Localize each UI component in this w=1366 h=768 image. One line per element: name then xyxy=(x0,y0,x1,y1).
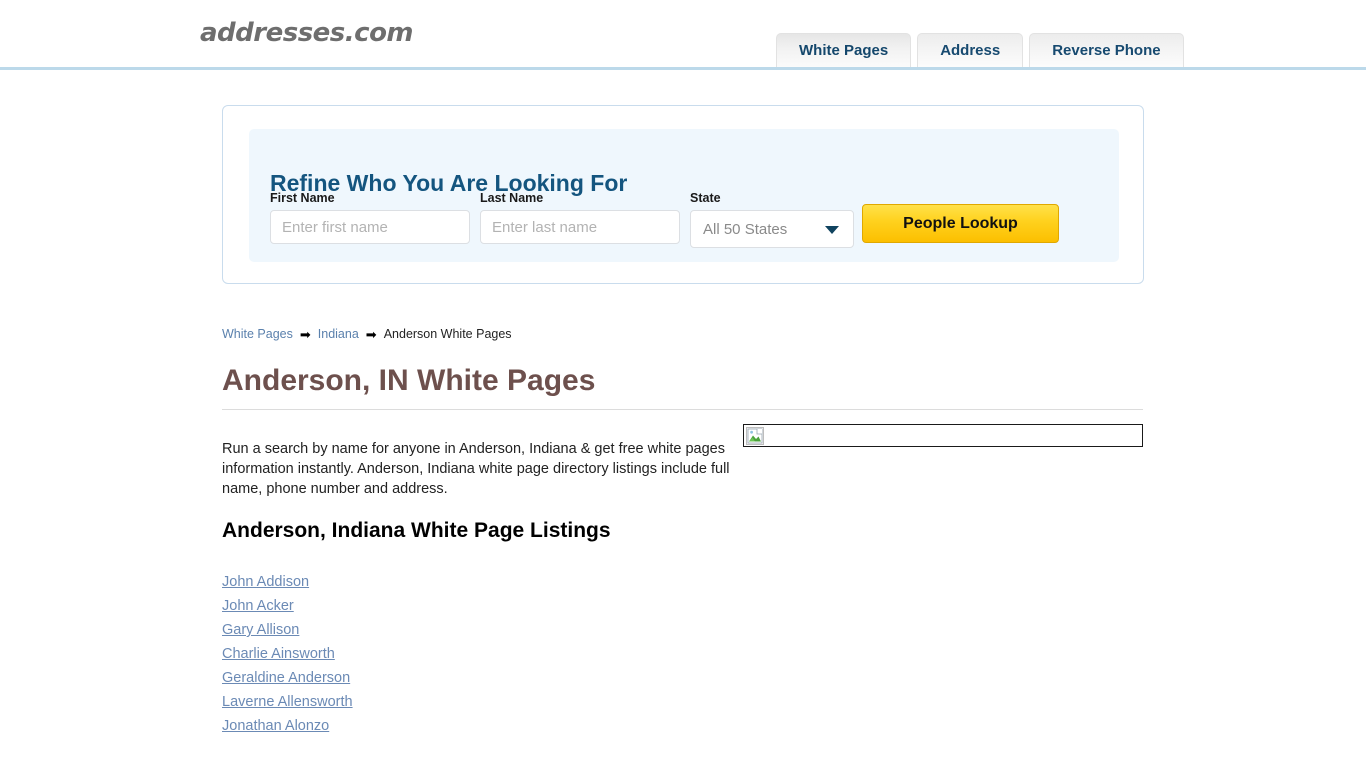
listing-link[interactable]: John Acker xyxy=(222,598,294,614)
people-lookup-button[interactable]: People Lookup xyxy=(862,204,1059,243)
refine-search-panel: Refine Who You Are Looking For First Nam… xyxy=(222,105,1144,284)
breadcrumb-current: Anderson White Pages xyxy=(383,327,512,341)
list-item: John Acker xyxy=(222,594,353,618)
listing-link[interactable]: John Addison xyxy=(222,574,309,590)
tab-address-label: Address xyxy=(940,42,1001,59)
chevron-down-icon xyxy=(825,226,839,234)
list-item: John Addison xyxy=(222,570,353,594)
last-name-field-group: Last Name xyxy=(480,191,680,244)
breadcrumb: White Pages ➡ Indiana ➡ Anderson White P… xyxy=(222,327,512,341)
broken-image-placeholder xyxy=(743,424,1143,447)
state-label: State xyxy=(690,191,721,205)
site-header: addresses.com White Pages Address Revers… xyxy=(0,0,1366,70)
last-name-label: Last Name xyxy=(480,191,544,205)
list-item: Gary Allison xyxy=(222,618,353,642)
breadcrumb-link-white-pages[interactable]: White Pages xyxy=(222,327,293,341)
list-item: Geraldine Anderson xyxy=(222,666,353,690)
state-field-group: State All 50 States xyxy=(690,191,854,248)
tab-reverse-phone[interactable]: Reverse Phone xyxy=(1029,33,1184,67)
refine-search-panel-inner: Refine Who You Are Looking For First Nam… xyxy=(249,129,1119,262)
listing-link[interactable]: Gary Allison xyxy=(222,622,299,638)
list-item: Charlie Ainsworth xyxy=(222,642,353,666)
arrow-right-icon: ➡ xyxy=(299,326,311,342)
site-logo[interactable]: addresses.com xyxy=(200,18,414,48)
tab-white-pages[interactable]: White Pages xyxy=(776,33,912,67)
title-divider xyxy=(222,409,1143,410)
arrow-right-icon-2: ➡ xyxy=(365,326,377,342)
tab-white-pages-label: White Pages xyxy=(799,42,889,59)
first-name-label: First Name xyxy=(270,191,335,205)
first-name-field-group: First Name xyxy=(270,191,470,244)
listing-link[interactable]: Charlie Ainsworth xyxy=(222,646,335,662)
breadcrumb-link-indiana[interactable]: Indiana xyxy=(318,327,359,341)
first-name-input[interactable] xyxy=(270,210,470,244)
tab-address[interactable]: Address xyxy=(917,33,1024,67)
listing-link[interactable]: Laverne Allensworth xyxy=(222,694,353,710)
white-page-listings: John Addison John Acker Gary Allison Cha… xyxy=(222,570,353,738)
listing-link[interactable]: Geraldine Anderson xyxy=(222,670,350,686)
list-item: Laverne Allensworth xyxy=(222,690,353,714)
state-select[interactable]: All 50 States xyxy=(690,210,854,248)
broken-image-icon xyxy=(746,427,764,445)
last-name-input[interactable] xyxy=(480,210,680,244)
tab-reverse-phone-label: Reverse Phone xyxy=(1052,42,1161,59)
listings-heading: Anderson, Indiana White Page Listings xyxy=(222,519,611,542)
listing-link[interactable]: Jonathan Alonzo xyxy=(222,718,329,734)
state-select-value: All 50 States xyxy=(703,220,788,238)
intro-paragraph: Run a search by name for anyone in Ander… xyxy=(222,440,730,497)
page-title: Anderson, IN White Pages xyxy=(222,364,596,397)
main-navigation-tabs: White Pages Address Reverse Phone xyxy=(776,33,1184,67)
list-item: Jonathan Alonzo xyxy=(222,714,353,738)
